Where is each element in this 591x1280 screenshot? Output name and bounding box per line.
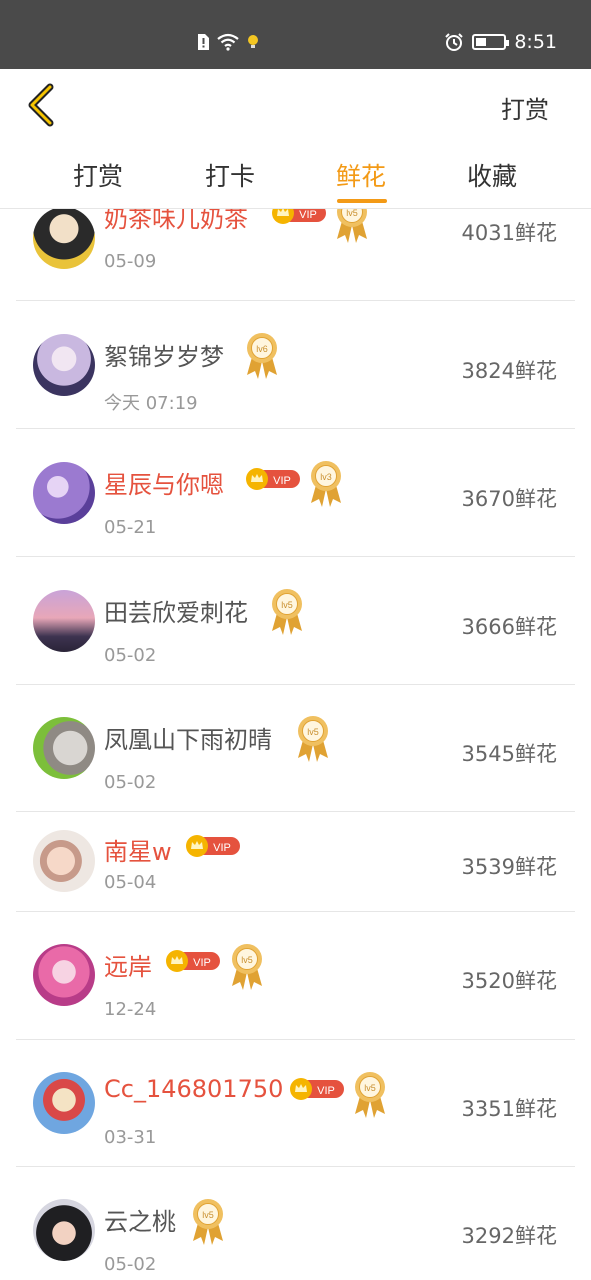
back-button[interactable] xyxy=(22,83,62,127)
svg-text:VIP: VIP xyxy=(193,957,211,969)
list-item[interactable]: 絮锦岁岁梦 lv6 今天 07:19 3824鲜花 xyxy=(0,301,591,429)
user-name: 奶茶味儿奶茶 xyxy=(104,209,248,233)
user-name: 云之桃 xyxy=(104,1208,176,1236)
flower-count: 3824鲜花 xyxy=(461,359,557,383)
list-item[interactable]: 田芸欣爱刺花 lv5 05-02 3666鲜花 xyxy=(0,557,591,685)
user-name: 絮锦岁岁梦 xyxy=(104,343,224,371)
flower-count: 3539鲜花 xyxy=(461,855,557,879)
list-item[interactable]: Cc_146801750 VIP lv5 03-31 3351鲜花 xyxy=(0,1040,591,1167)
vip-badge-icon: VIP xyxy=(246,468,300,490)
tab-bar: 打赏 打卡 鲜花 收藏 xyxy=(0,157,591,197)
level-medal-icon: lv5 xyxy=(232,944,262,990)
avatar xyxy=(33,717,95,779)
avatar xyxy=(33,334,95,396)
svg-text:lv5: lv5 xyxy=(202,1210,214,1220)
flower-count: 3670鲜花 xyxy=(461,487,557,511)
flower-count: 3292鲜花 xyxy=(461,1224,557,1248)
svg-text:VIP: VIP xyxy=(317,1085,335,1097)
flower-count: 3351鲜花 xyxy=(461,1097,557,1121)
date-text: 05-09 xyxy=(104,251,157,272)
battery-icon xyxy=(472,34,510,50)
status-right: 8:51 xyxy=(444,31,557,53)
avatar xyxy=(33,1072,95,1134)
list-item[interactable]: 云之桃 lv5 05-02 3292鲜花 xyxy=(0,1167,591,1280)
date-text: 03-31 xyxy=(104,1127,157,1148)
svg-text:VIP: VIP xyxy=(273,475,291,487)
date-text: 05-21 xyxy=(104,517,157,538)
level-medal-icon: lv5 xyxy=(272,589,302,635)
list-item[interactable]: 星辰与你嗯 VIP lv3 05-21 3670鲜花 xyxy=(0,429,591,557)
svg-text:lv5: lv5 xyxy=(241,955,253,965)
svg-text:lv5: lv5 xyxy=(364,1083,376,1093)
active-tab-indicator xyxy=(337,199,387,203)
status-icons xyxy=(196,33,260,51)
svg-text:lv5: lv5 xyxy=(307,727,319,737)
level-medal-icon: lv3 xyxy=(311,461,341,507)
status-time: 8:51 xyxy=(514,31,557,53)
avatar xyxy=(33,830,95,892)
svg-text:VIP: VIP xyxy=(299,209,317,221)
svg-text:lv5: lv5 xyxy=(281,600,293,610)
date-text: 05-02 xyxy=(104,1254,157,1275)
level-medal-icon: lv5 xyxy=(337,209,367,243)
vip-badge-icon: VIP xyxy=(186,835,240,857)
sim-alert-icon xyxy=(198,34,209,50)
user-name: 南星w xyxy=(104,838,172,866)
tab-reward[interactable]: 打赏 xyxy=(58,157,138,193)
tab-favorites[interactable]: 收藏 xyxy=(452,157,532,193)
avatar xyxy=(33,1199,95,1261)
flower-count: 3520鲜花 xyxy=(461,969,557,993)
avatar xyxy=(33,209,95,269)
svg-text:lv3: lv3 xyxy=(320,472,332,482)
avatar xyxy=(33,462,95,524)
alarm-icon xyxy=(445,33,464,51)
date-text: 05-02 xyxy=(104,772,157,793)
date-text: 12-24 xyxy=(104,999,157,1020)
vip-badge-icon: VIP xyxy=(272,209,326,224)
level-medal-icon: lv5 xyxy=(298,716,328,762)
level-medal-icon: lv6 xyxy=(247,333,277,379)
svg-text:lv5: lv5 xyxy=(346,209,358,218)
ranking-list: 奶茶味儿奶茶 VIP lv5 05-09 4031鲜花 絮锦岁岁梦 lv6 今天… xyxy=(0,209,591,1280)
wifi-icon xyxy=(217,33,239,51)
level-medal-icon: lv5 xyxy=(193,1199,223,1245)
svg-text:lv6: lv6 xyxy=(256,344,268,354)
user-name: Cc_146801750 xyxy=(104,1075,284,1103)
date-text: 05-02 xyxy=(104,645,157,666)
level-medal-icon: lv5 xyxy=(355,1072,385,1118)
date-text: 05-04 xyxy=(104,872,157,893)
user-name: 星辰与你嗯 xyxy=(104,471,224,499)
reward-button[interactable]: 打赏 xyxy=(501,90,549,125)
date-text: 今天 07:19 xyxy=(104,393,198,414)
list-item[interactable]: 南星w VIP 05-04 3539鲜花 xyxy=(0,812,591,912)
user-name: 田芸欣爱刺花 xyxy=(104,599,248,627)
vip-badge-icon: VIP xyxy=(166,950,220,972)
status-bar: 8:51 xyxy=(0,0,591,69)
bulb-icon xyxy=(248,35,258,48)
avatar xyxy=(33,944,95,1006)
list-item[interactable]: 远岸 VIP lv5 12-24 3520鲜花 xyxy=(0,912,591,1040)
list-item[interactable]: 凤凰山下雨初晴 lv5 05-02 3545鲜花 xyxy=(0,685,591,812)
flower-count: 3545鲜花 xyxy=(461,742,557,766)
avatar xyxy=(33,590,95,652)
vip-badge-icon: VIP xyxy=(290,1078,344,1100)
chevron-left-icon xyxy=(28,83,54,127)
tab-checkin[interactable]: 打卡 xyxy=(190,157,270,193)
list-item[interactable]: 奶茶味儿奶茶 VIP lv5 05-09 4031鲜花 xyxy=(0,209,591,301)
flower-count: 3666鲜花 xyxy=(461,615,557,639)
svg-text:VIP: VIP xyxy=(213,842,231,854)
user-name: 远岸 xyxy=(104,953,152,981)
user-name: 凤凰山下雨初晴 xyxy=(104,726,272,754)
header: 打赏 打赏 打卡 鲜花 收藏 xyxy=(0,69,591,209)
tab-flowers[interactable]: 鲜花 xyxy=(321,157,401,193)
flower-count: 4031鲜花 xyxy=(461,221,557,245)
